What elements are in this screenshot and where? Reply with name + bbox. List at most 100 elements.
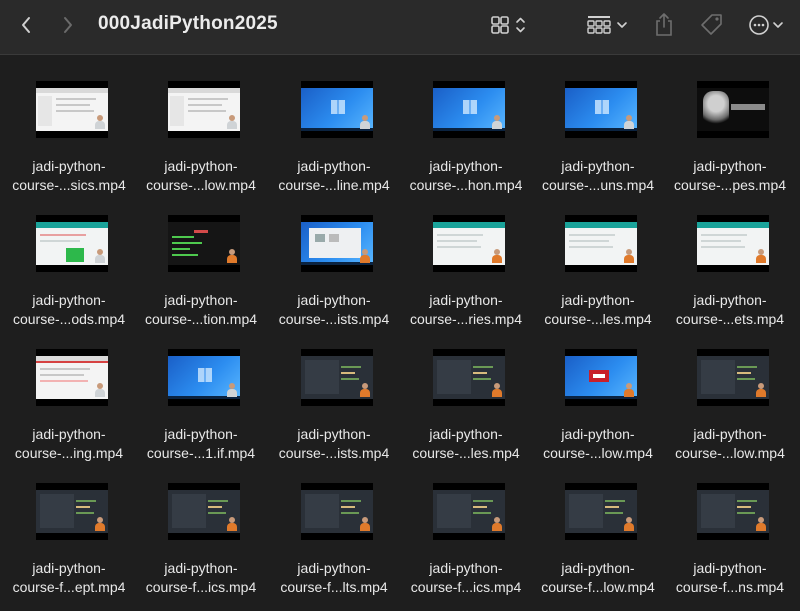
file-name-line1: jadi-python-: [164, 560, 238, 576]
file-item[interactable]: jadi-python-course-f...low.mp4: [532, 457, 664, 595]
file-name-line1: jadi-python-: [693, 292, 767, 308]
view-mode-button[interactable]: [484, 0, 532, 50]
share-button[interactable]: [650, 0, 678, 50]
video-thumbnail: [697, 81, 769, 138]
video-thumbnail: [168, 483, 240, 540]
file-name-line2: course-f...ns.mp4: [675, 579, 785, 595]
video-thumbnail: [697, 349, 769, 406]
video-thumbnail: [565, 483, 637, 540]
video-thumbnail: [36, 483, 108, 540]
video-thumbnail: [168, 215, 240, 272]
file-item[interactable]: jadi-python-course-...ries.mp4: [400, 189, 532, 327]
file-item[interactable]: jadi-python-course-...pes.mp4: [664, 55, 796, 193]
file-name-line1: jadi-python-: [32, 426, 106, 442]
file-item[interactable]: jadi-python-course-...low.mp4: [135, 55, 267, 193]
file-name: jadi-python-course-f...low.mp4: [532, 559, 664, 597]
file-item[interactable]: jadi-python-course-f...ns.mp4: [664, 457, 796, 595]
file-name-line1: jadi-python-: [561, 560, 635, 576]
file-name-line1: jadi-python-: [429, 426, 503, 442]
video-thumbnail: [36, 81, 108, 138]
more-button[interactable]: [746, 0, 790, 50]
file-name-line1: jadi-python-: [297, 292, 371, 308]
file-name: jadi-python-course-f...lts.mp4: [268, 559, 400, 597]
file-name-line2: course-f...ept.mp4: [12, 579, 126, 595]
file-item[interactable]: jadi-python-course-...ing.mp4: [3, 323, 135, 461]
file-item[interactable]: jadi-python-course-...ods.mp4: [3, 189, 135, 327]
video-thumbnail: [36, 215, 108, 272]
file-name-line1: jadi-python-: [429, 560, 503, 576]
more-icon: [749, 15, 783, 35]
file-name-line2: course-f...low.mp4: [541, 579, 655, 595]
file-name-line1: jadi-python-: [164, 158, 238, 174]
video-thumbnail: [565, 81, 637, 138]
video-thumbnail: [301, 81, 373, 138]
video-thumbnail: [301, 483, 373, 540]
file-name-line1: jadi-python-: [164, 292, 238, 308]
video-thumbnail: [433, 483, 505, 540]
file-name-line2: course-f...ics.mp4: [410, 579, 522, 595]
file-item[interactable]: jadi-python-course-f...ics.mp4: [135, 457, 267, 595]
file-item[interactable]: jadi-python-course-...low.mp4: [664, 323, 796, 461]
video-thumbnail: [565, 349, 637, 406]
chevron-left-icon: [22, 17, 30, 33]
file-item[interactable]: jadi-python-course-...ets.mp4: [664, 189, 796, 327]
file-name-line1: jadi-python-: [32, 158, 106, 174]
video-thumbnail: [168, 349, 240, 406]
video-thumbnail: [433, 215, 505, 272]
file-name-line1: jadi-python-: [429, 158, 503, 174]
file-item[interactable]: jadi-python-course-f...lts.mp4: [268, 457, 400, 595]
file-item[interactable]: jadi-python-course-f...ept.mp4: [3, 457, 135, 595]
file-name-line1: jadi-python-: [32, 292, 106, 308]
tag-icon: [701, 14, 722, 35]
chevron-right-icon: [64, 17, 72, 33]
group-button[interactable]: [582, 0, 632, 50]
video-thumbnail: [697, 215, 769, 272]
file-item[interactable]: jadi-python-course-...les.mp4: [400, 323, 532, 461]
forward-button[interactable]: [54, 0, 82, 50]
file-name-line1: jadi-python-: [32, 560, 106, 576]
file-name-line1: jadi-python-: [297, 560, 371, 576]
file-name-line1: jadi-python-: [561, 426, 635, 442]
file-item[interactable]: jadi-python-course-...uns.mp4: [532, 55, 664, 193]
tag-button[interactable]: [698, 0, 726, 50]
file-name-line2: course-f...ics.mp4: [145, 579, 257, 595]
file-name-line1: jadi-python-: [693, 426, 767, 442]
file-grid: jadi-python-course-...sics.mp4 jadi-pytho…: [0, 55, 800, 611]
video-thumbnail: [433, 349, 505, 406]
share-icon: [656, 13, 672, 36]
file-name-line1: jadi-python-: [693, 560, 767, 576]
file-name-line1: jadi-python-: [693, 158, 767, 174]
file-name-line1: jadi-python-: [297, 158, 371, 174]
video-thumbnail: [36, 349, 108, 406]
file-item[interactable]: jadi-python-course-...hon.mp4: [400, 55, 532, 193]
toolbar: 000JadiPython2025: [0, 0, 800, 55]
grid-view-icon: [491, 16, 525, 34]
file-name-line1: jadi-python-: [297, 426, 371, 442]
file-item[interactable]: jadi-python-course-...low.mp4: [532, 323, 664, 461]
video-thumbnail: [697, 483, 769, 540]
file-item[interactable]: jadi-python-course-f...ics.mp4: [400, 457, 532, 595]
file-name-line1: jadi-python-: [429, 292, 503, 308]
video-thumbnail: [301, 215, 373, 272]
file-item[interactable]: jadi-python-course-...line.mp4: [268, 55, 400, 193]
file-name: jadi-python-course-f...ics.mp4: [135, 559, 267, 597]
group-by-icon: [587, 16, 627, 34]
file-item[interactable]: jadi-python-course-...les.mp4: [532, 189, 664, 327]
file-name: jadi-python-course-f...ics.mp4: [400, 559, 532, 597]
file-item[interactable]: jadi-python-course-...sics.mp4: [3, 55, 135, 193]
file-item[interactable]: jadi-python-course-...ists.mp4: [268, 323, 400, 461]
file-name: jadi-python-course-f...ns.mp4: [664, 559, 796, 597]
file-name-line1: jadi-python-: [561, 292, 635, 308]
file-name-line1: jadi-python-: [164, 426, 238, 442]
file-name-line2: course-f...lts.mp4: [280, 579, 388, 595]
file-item[interactable]: jadi-python-course-...ists.mp4: [268, 189, 400, 327]
file-item[interactable]: jadi-python-course-...tion.mp4: [135, 189, 267, 327]
video-thumbnail: [565, 215, 637, 272]
video-thumbnail: [301, 349, 373, 406]
file-item[interactable]: jadi-python-course-...1.if.mp4: [135, 323, 267, 461]
file-name-line1: jadi-python-: [561, 158, 635, 174]
video-thumbnail: [168, 81, 240, 138]
back-button[interactable]: [12, 0, 40, 50]
file-name: jadi-python-course-f...ept.mp4: [3, 559, 135, 597]
window-title: 000JadiPython2025: [98, 13, 278, 34]
